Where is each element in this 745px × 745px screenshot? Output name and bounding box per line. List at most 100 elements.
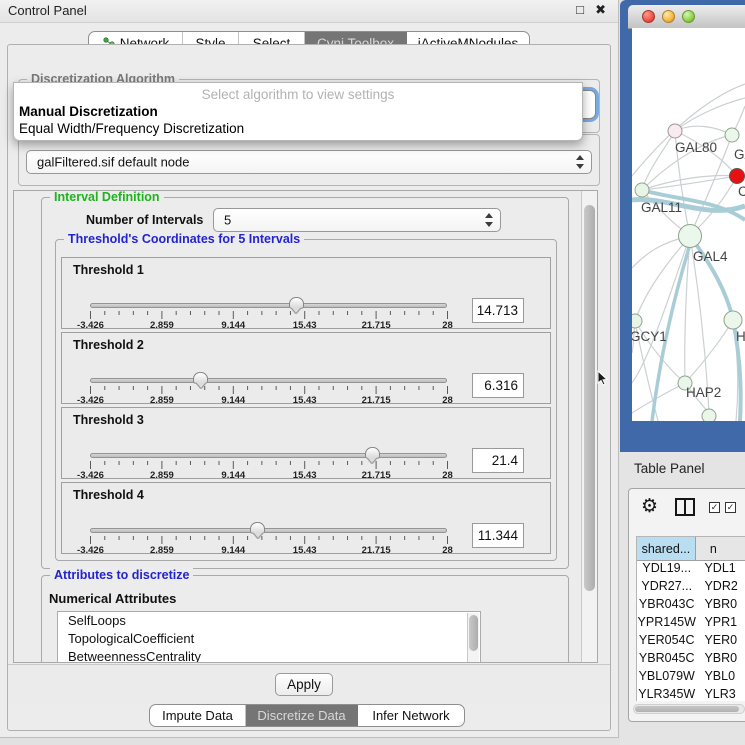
tab-discretize-data[interactable]: Discretize Data <box>246 705 358 726</box>
float-window-icon[interactable]: □ <box>576 2 584 17</box>
network-node[interactable] <box>730 169 745 184</box>
node-label: GAL80 <box>675 140 717 155</box>
list-item[interactable]: SelfLoops <box>58 612 480 630</box>
table-cell[interactable]: YBR0 <box>696 597 745 615</box>
table-cell[interactable]: YER054C <box>637 633 696 651</box>
scrollbar-thumb[interactable] <box>584 205 595 591</box>
table-row[interactable]: YER054CYER0 <box>637 633 745 651</box>
tick-label: -3.426 <box>77 395 104 406</box>
mac-zoom-icon[interactable] <box>682 10 695 23</box>
scrollbar-thumb[interactable] <box>635 706 739 712</box>
slider-thumb[interactable] <box>289 297 304 309</box>
table-cell[interactable]: YPR145W <box>637 615 696 633</box>
table-row[interactable]: YDR27...YDR2 <box>637 579 745 597</box>
tick-label: 21.715 <box>362 545 391 556</box>
network-node[interactable] <box>635 183 649 197</box>
scrollbar-thumb[interactable] <box>469 615 478 651</box>
table-panel-title: Table Panel <box>634 461 705 476</box>
network-node[interactable] <box>668 124 682 138</box>
slider-track[interactable] <box>90 378 447 383</box>
gear-icon[interactable]: ⚙ <box>641 495 658 518</box>
dropdown-option-equal-width[interactable]: Equal Width/Frequency Discretization <box>19 121 244 136</box>
network-node[interactable] <box>702 409 716 421</box>
threshold-3-slider[interactable]: -3.4262.8599.14415.4321.71528 <box>86 448 456 480</box>
tick-label: -3.426 <box>77 470 104 481</box>
dropdown-hint-item[interactable]: Select algorithm to view settings <box>14 87 582 102</box>
list-item[interactable]: TopologicalCoefficient <box>58 630 480 648</box>
table-cell[interactable]: YER0 <box>696 633 745 651</box>
checkbox-icon[interactable]: ✓ <box>709 502 720 513</box>
network-edge[interactable] <box>685 320 733 383</box>
table-row[interactable]: YPR145WYPR1 <box>637 615 745 633</box>
table-panel: Table Panel ⚙ ✓ ✓ shared... n YDL19...YD… <box>620 452 745 745</box>
slider-ruler <box>86 311 452 320</box>
table-row[interactable]: YBR045CYBR0 <box>637 651 745 669</box>
table-row[interactable]: YDL19...YDL1 <box>637 561 745 579</box>
slider-track[interactable] <box>90 528 447 533</box>
column-header-shared-name[interactable]: shared... <box>637 537 696 561</box>
tab-infer-network[interactable]: Infer Network <box>358 705 464 726</box>
table-cell[interactable]: YBR045C <box>637 651 696 669</box>
network-edge[interactable] <box>642 131 675 190</box>
threshold-4-slider[interactable]: -3.4262.8599.14415.4321.71528 <box>86 523 456 555</box>
checkbox-icon[interactable]: ✓ <box>725 502 736 513</box>
dropdown-option-manual-discretization[interactable]: Manual Discretization <box>19 104 158 119</box>
threshold-1-slider[interactable]: -3.4262.8599.14415.4321.71528 <box>86 298 456 330</box>
table-header: shared... n <box>637 537 745 561</box>
table-cell[interactable]: YDL19... <box>637 561 696 579</box>
table-cell[interactable]: YLR3 <box>696 687 745 701</box>
table-body: YDL19...YDL1YDR27...YDR2YBR043CYBR0YPR14… <box>637 561 745 701</box>
slider-track[interactable] <box>90 303 447 308</box>
settings-scrollbar[interactable] <box>581 191 597 662</box>
apply-button[interactable]: Apply <box>275 673 333 696</box>
network-node[interactable] <box>632 314 642 328</box>
num-intervals-spinner[interactable]: 5 <box>213 208 501 232</box>
table-cell[interactable]: YDL1 <box>696 561 745 579</box>
algorithm-dropdown-popup: Select algorithm to view settings Manual… <box>13 82 583 141</box>
threshold-label: Threshold 2 <box>73 338 144 352</box>
network-canvas[interactable]: GAL80GACGAL11GAL4GCY1HHAP2 <box>632 28 745 421</box>
table-cell[interactable]: YDR2 <box>696 579 745 597</box>
table-cell[interactable]: YBR043C <box>637 597 696 615</box>
table-row[interactable]: YBL079WYBL0 <box>637 669 745 687</box>
table-cell[interactable]: YBL079W <box>637 669 696 687</box>
network-node[interactable] <box>724 311 742 329</box>
close-icon[interactable]: ✖ <box>595 2 606 18</box>
network-node[interactable] <box>725 128 739 142</box>
network-edge[interactable] <box>675 98 745 131</box>
table-data-combobox[interactable]: galFiltered.sif default node <box>26 150 592 174</box>
slider-thumb[interactable] <box>365 447 380 459</box>
split-columns-icon[interactable] <box>675 498 695 516</box>
mac-minimize-icon[interactable] <box>662 10 675 23</box>
tick-label: 2.859 <box>150 320 174 331</box>
tab-impute-data[interactable]: Impute Data <box>150 705 246 726</box>
column-header-name[interactable]: n <box>696 537 745 561</box>
node-table: shared... n YDL19...YDL1YDR27...YDR2YBR0… <box>636 536 745 701</box>
network-edge[interactable] <box>675 126 732 135</box>
threshold-value-field[interactable]: 14.713 <box>472 298 524 323</box>
table-cell[interactable]: YDR27... <box>637 579 696 597</box>
table-hscrollbar[interactable] <box>633 704 745 714</box>
table-cell[interactable]: YBL0 <box>696 669 745 687</box>
mac-close-icon[interactable] <box>642 10 655 23</box>
list-scrollbar[interactable] <box>467 613 479 663</box>
group-title: Interval Definition <box>50 190 164 204</box>
tick-label: 21.715 <box>362 395 391 406</box>
table-cell[interactable]: YPR1 <box>696 615 745 633</box>
slider-track[interactable] <box>90 453 447 458</box>
table-row[interactable]: YLR345WYLR3 <box>637 687 745 701</box>
table-row[interactable]: YBR043CYBR0 <box>637 597 745 615</box>
threshold-value-field[interactable]: 11.344 <box>472 523 524 548</box>
numerical-attributes-list[interactable]: SelfLoops TopologicalCoefficient Between… <box>57 611 481 663</box>
network-node[interactable] <box>679 225 702 248</box>
slider-thumb[interactable] <box>193 372 208 384</box>
slider-thumb[interactable] <box>250 522 265 534</box>
list-item[interactable]: BetweennessCentrality <box>58 648 480 663</box>
threshold-value-field[interactable]: 21.4 <box>472 448 524 473</box>
table-cell[interactable]: YBR0 <box>696 651 745 669</box>
threshold-value-field[interactable]: 6.316 <box>472 373 524 398</box>
threshold-2-slider[interactable]: -3.4262.8599.14415.4321.71528 <box>86 373 456 405</box>
node-label: GAL4 <box>693 249 728 264</box>
slider-ruler <box>86 386 452 395</box>
table-cell[interactable]: YLR345W <box>637 687 696 701</box>
